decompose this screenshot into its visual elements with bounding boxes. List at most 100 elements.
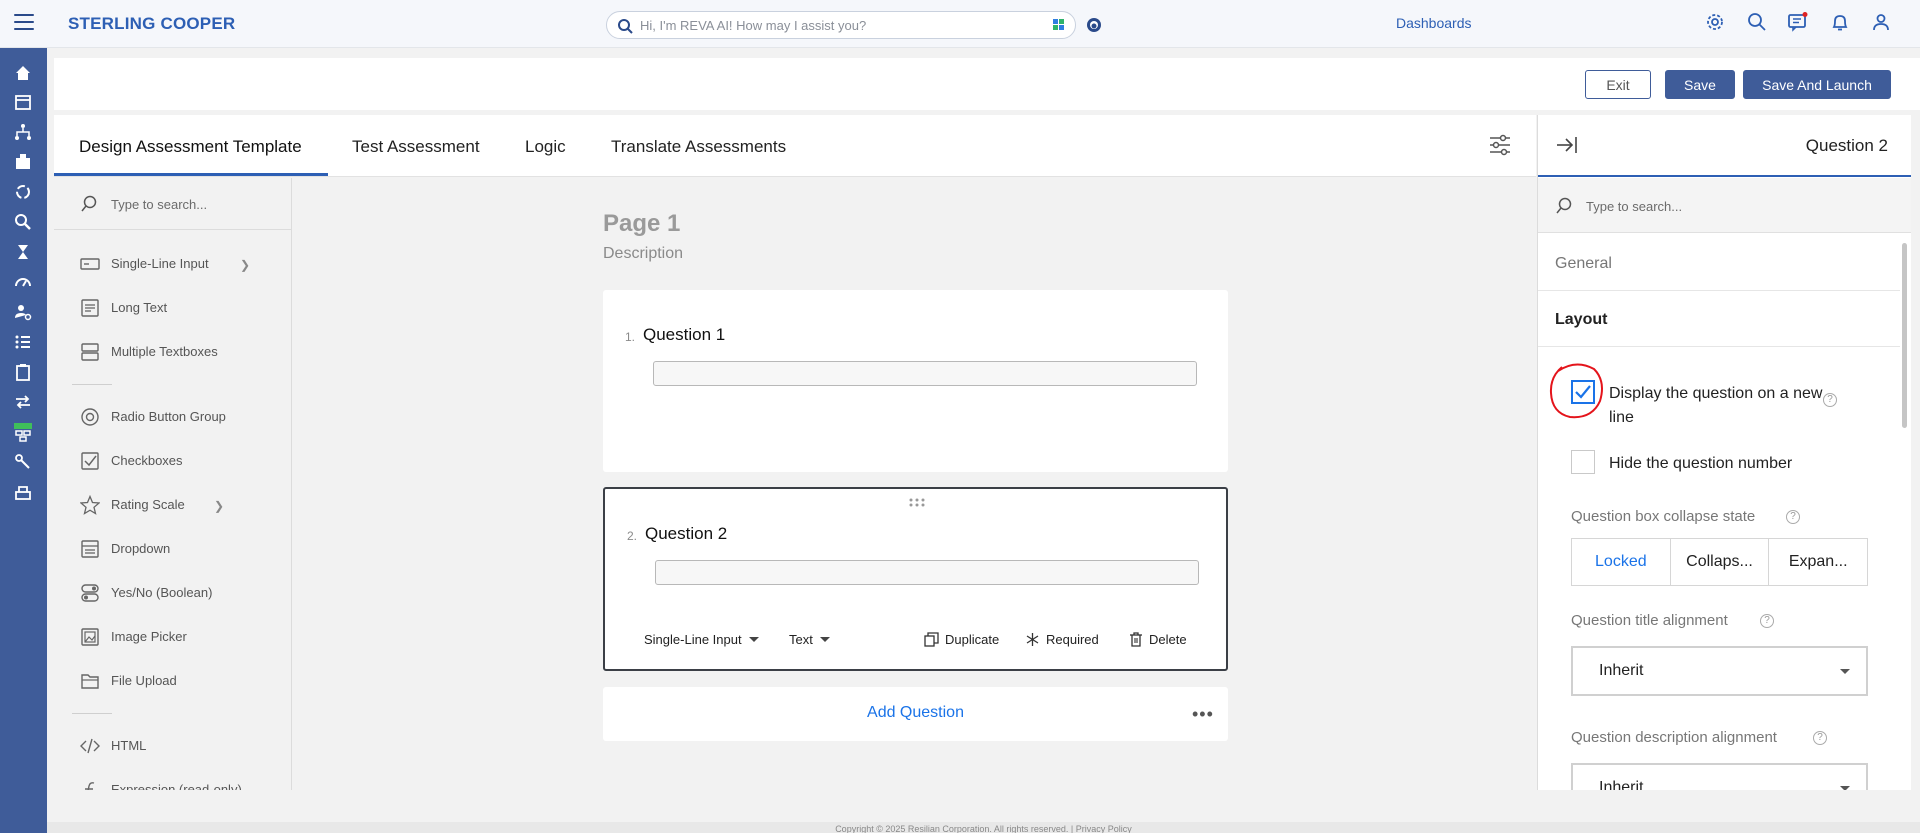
checkbox-icon xyxy=(81,452,99,470)
question-toolbox: Type to search... Single-Line Input ❯ Lo… xyxy=(54,178,292,790)
chevron-right-icon[interactable]: ❯ xyxy=(214,499,224,513)
question-title[interactable]: Question 2 xyxy=(645,524,727,544)
toolbox-item-rating-scale[interactable]: Rating Scale ❯ xyxy=(54,489,291,519)
calendar-icon[interactable] xyxy=(13,92,33,112)
property-search-input[interactable]: Type to search... xyxy=(1538,178,1911,233)
duplicate-button[interactable]: Duplicate xyxy=(924,632,999,647)
new-feature-icon[interactable] xyxy=(13,422,33,442)
user-icon[interactable] xyxy=(1870,11,1892,33)
transfer-icon[interactable] xyxy=(13,392,33,412)
hourglass-icon[interactable] xyxy=(13,242,33,262)
hide-question-number-checkbox[interactable] xyxy=(1571,450,1595,474)
more-options-icon[interactable]: ••• xyxy=(1192,704,1214,725)
assistant-avatar-icon[interactable] xyxy=(1085,16,1103,34)
report-icon[interactable] xyxy=(13,482,33,502)
exit-button[interactable]: Exit xyxy=(1585,70,1651,99)
save-and-launch-button[interactable]: Save And Launch xyxy=(1743,70,1891,99)
cycle-icon[interactable] xyxy=(13,182,33,202)
collapse-option-collapsed[interactable]: Collaps... xyxy=(1671,539,1770,585)
toolbox-item-single-line-input[interactable]: Single-Line Input ❯ xyxy=(54,248,291,278)
question-1-answer-input[interactable] xyxy=(653,361,1197,386)
star-icon xyxy=(80,495,100,515)
page-title[interactable]: Page 1 xyxy=(603,210,680,238)
section-general[interactable]: General xyxy=(1538,236,1900,291)
add-question-button[interactable]: Add Question xyxy=(603,704,1228,722)
gear-icon[interactable] xyxy=(1704,11,1726,33)
question-2-answer-input[interactable] xyxy=(655,560,1199,585)
search-people-icon[interactable] xyxy=(13,212,33,232)
clipboard-icon[interactable] xyxy=(13,362,33,382)
collapse-option-expanded[interactable]: Expan... xyxy=(1769,539,1867,585)
toolbox-item-html[interactable]: HTML xyxy=(54,730,291,760)
checklist-icon[interactable] xyxy=(13,332,33,352)
help-icon[interactable]: ? xyxy=(1813,731,1827,745)
tools-icon[interactable] xyxy=(13,452,33,472)
caret-down-icon xyxy=(1840,786,1850,790)
nav-rail xyxy=(0,48,47,833)
hide-question-number-option[interactable]: Hide the question number xyxy=(1571,450,1861,476)
duplicate-icon xyxy=(924,632,939,647)
help-icon[interactable]: ? xyxy=(1760,614,1774,628)
building-icon[interactable] xyxy=(13,152,33,172)
toolbox-item-yes-no-boolean[interactable]: Yes/No (Boolean) xyxy=(54,577,291,607)
display-new-line-option[interactable]: Display the question on a new line ? xyxy=(1571,380,1861,430)
single-line-input-icon xyxy=(80,258,100,270)
ai-gem-icon[interactable] xyxy=(1051,17,1067,33)
checkmark-icon xyxy=(1575,385,1591,399)
bell-icon[interactable] xyxy=(1829,11,1851,33)
question-title[interactable]: Question 1 xyxy=(643,325,725,345)
toolbox-search-placeholder: Type to search... xyxy=(111,197,208,212)
tab-design-assessment-template[interactable]: Design Assessment Template xyxy=(79,137,302,157)
toolbox-item-checkboxes[interactable]: Checkboxes xyxy=(54,445,291,475)
assistant-search-input[interactable]: Hi, I'm REVA AI! How may I assist you? xyxy=(606,11,1076,39)
search-icon[interactable] xyxy=(1746,11,1768,33)
hide-question-number-label: Hide the question number xyxy=(1609,455,1793,472)
toolbox-item-image-picker[interactable]: Image Picker xyxy=(54,621,291,651)
toolbox-item-file-upload[interactable]: File Upload xyxy=(54,665,291,695)
toolbox-item-radio-button-group[interactable]: Radio Button Group xyxy=(54,401,291,431)
question-type-dropdown[interactable]: Single-Line Input xyxy=(644,632,760,647)
required-toggle[interactable]: Required xyxy=(1025,632,1099,647)
tab-test-assessment[interactable]: Test Assessment xyxy=(352,137,480,157)
collapse-panel-icon[interactable] xyxy=(1555,134,1579,156)
page-description[interactable]: Description xyxy=(603,245,683,263)
toolbox-search-input[interactable]: Type to search... xyxy=(54,178,291,230)
save-button[interactable]: Save xyxy=(1665,70,1735,99)
dropdown-icon xyxy=(81,540,99,558)
home-icon[interactable] xyxy=(13,63,33,83)
dashboards-link[interactable]: Dashboards xyxy=(1396,15,1472,31)
search-icon xyxy=(618,19,633,34)
description-alignment-select[interactable]: Inherit xyxy=(1571,763,1868,790)
help-icon[interactable]: ? xyxy=(1823,393,1837,407)
panel-header: Question 2 xyxy=(1538,115,1911,177)
title-alignment-select[interactable]: Inherit xyxy=(1571,646,1868,696)
chevron-right-icon[interactable]: ❯ xyxy=(240,258,250,272)
chat-icon[interactable] xyxy=(1786,11,1808,33)
image-icon xyxy=(81,628,99,646)
input-type-dropdown[interactable]: Text xyxy=(789,632,831,647)
toolbox-item-long-text[interactable]: Long Text xyxy=(54,292,291,322)
settings-sliders-icon[interactable] xyxy=(1488,133,1512,157)
toolbox-item-expression[interactable]: Expression (read-only) xyxy=(54,774,291,790)
help-icon[interactable]: ? xyxy=(1786,510,1800,524)
hierarchy-icon[interactable] xyxy=(13,122,33,142)
section-layout[interactable]: Layout xyxy=(1538,292,1900,347)
question-card-1[interactable]: 1. Question 1 xyxy=(603,290,1228,472)
tab-translate-assessments[interactable]: Translate Assessments xyxy=(611,137,786,157)
toolbox-item-dropdown[interactable]: Dropdown xyxy=(54,533,291,563)
drag-handle-icon[interactable] xyxy=(908,497,926,507)
display-new-line-checkbox[interactable] xyxy=(1571,380,1595,404)
panel-scrollbar[interactable] xyxy=(1902,243,1907,428)
user-settings-icon[interactable] xyxy=(13,302,33,322)
collapse-option-locked[interactable]: Locked xyxy=(1572,539,1671,585)
tab-logic[interactable]: Logic xyxy=(525,137,566,157)
toolbox-item-multiple-textboxes[interactable]: Multiple Textboxes xyxy=(54,336,291,366)
copyright-text: Copyright © 2025 Resilian Corporation. A… xyxy=(835,824,1132,833)
assistant-search-placeholder: Hi, I'm REVA AI! How may I assist you? xyxy=(640,18,867,33)
long-text-icon xyxy=(81,299,99,317)
question-card-2[interactable]: 2. Question 2 Single-Line Input Text Dup… xyxy=(603,487,1228,671)
menu-icon[interactable] xyxy=(14,14,34,32)
gauge-icon[interactable] xyxy=(13,272,33,292)
radio-button-icon xyxy=(81,408,99,426)
delete-button[interactable]: Delete xyxy=(1129,632,1187,647)
